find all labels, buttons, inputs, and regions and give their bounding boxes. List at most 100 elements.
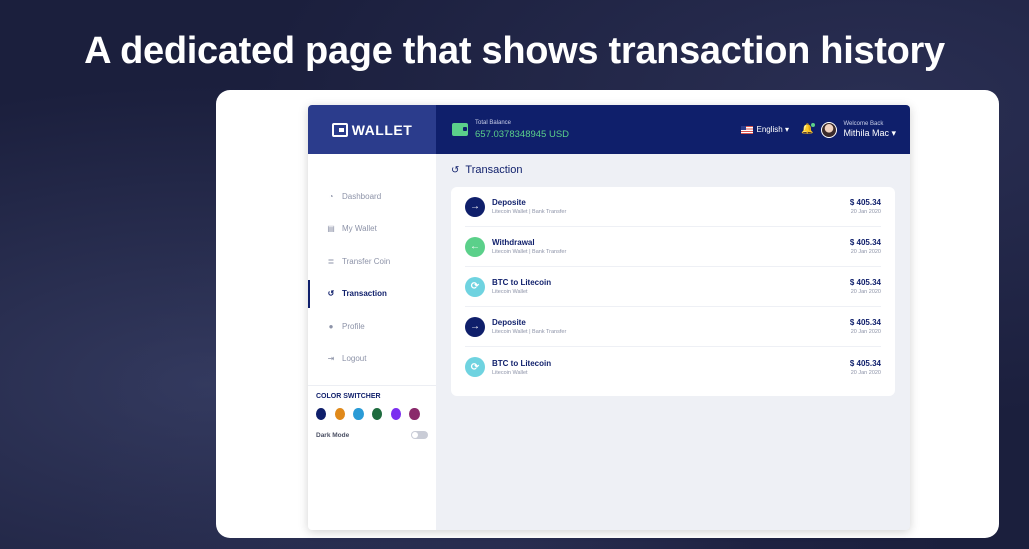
transaction-amount: $ 405.34 xyxy=(849,198,881,207)
transaction-title: Withdrawal xyxy=(492,238,535,247)
transaction-meta: $ 405.34 20 Jan 2020 xyxy=(850,278,881,295)
transaction-subtitle: Litecoin Wallet xyxy=(492,289,528,295)
transaction-subtitle: Litecoin Wallet | Bank Transfer xyxy=(492,209,567,215)
table-row[interactable]: → Deposite Litecoin Wallet | Bank Transfer… xyxy=(465,187,881,227)
notification-dot xyxy=(811,123,816,127)
wallet-logo: WALLET xyxy=(331,121,413,138)
balance-value: 657.0378348945 USD xyxy=(475,128,570,140)
color-switcher: COLOR SWITCHER Dark Mode xyxy=(308,385,436,446)
avatar[interactable] xyxy=(821,121,838,138)
transaction-info: Deposite Litecoin Wallet | Bank Transfer xyxy=(492,318,850,335)
transaction-title: BTC to Litecoin xyxy=(492,278,552,287)
history-icon: ↺ xyxy=(327,289,335,299)
transaction-amount: $ 405.34 xyxy=(849,278,881,287)
page-title: ↺ Transaction xyxy=(451,164,522,176)
history-icon: ↺ xyxy=(451,164,460,176)
us-flag-icon xyxy=(741,125,754,134)
balance-wallet-icon xyxy=(452,123,468,136)
sidebar-item-label: Transaction xyxy=(342,289,387,299)
dark-mode-row: Dark Mode xyxy=(316,431,428,439)
transaction-date: 20 Jan 2020 xyxy=(850,329,881,335)
transaction-subtitle: Litecoin Wallet xyxy=(492,369,528,376)
transaction-title: Deposite xyxy=(492,198,526,207)
transaction-subtitle: Litecoin Wallet | Bank Transfer xyxy=(492,329,567,335)
user-menu[interactable]: Welcome Back Mithila Mac ▾ xyxy=(843,121,896,139)
dashboard-icon: ◔ xyxy=(328,191,334,201)
chevron-down-icon: ▾ xyxy=(784,125,789,134)
sidebar-nav: ◔ Dashboard ▤ My Wallet ≣ Transfer Coin ↺ Trans… xyxy=(308,180,436,375)
transaction-amount: $ 405.34 xyxy=(849,238,881,247)
user-name: Mithila Mac ▾ xyxy=(843,128,896,139)
notification-bell-icon[interactable]: 🔔 xyxy=(801,123,816,135)
page-headline: A dedicated page that shows transaction … xyxy=(84,30,945,72)
sidebar-item-profile[interactable]: ● Profile xyxy=(308,310,436,343)
transaction-info: Withdrawal Litecoin Wallet | Bank Transfe… xyxy=(492,238,850,255)
welcome-label: Welcome Back xyxy=(843,120,884,127)
color-swatch[interactable] xyxy=(390,408,401,420)
balance-label: Total Balance xyxy=(475,119,512,126)
total-balance: Total Balance 657.0378348945 USD xyxy=(475,120,569,140)
exchange-icon: ⟳ xyxy=(465,276,485,297)
transaction-info: Deposite Litecoin Wallet | Bank Transfer xyxy=(492,198,850,215)
user-name-text: Mithila Mac xyxy=(843,127,889,138)
chevron-down-icon: ▾ xyxy=(891,127,896,138)
arrow-right-icon: → xyxy=(465,316,485,337)
color-switcher-title: COLOR SWITCHER xyxy=(316,393,381,400)
wallet-logo-icon xyxy=(331,122,348,137)
transaction-date: 20 Jan 2020 xyxy=(850,369,881,376)
sidebar-item-label: Dashboard xyxy=(342,191,382,201)
brand-header[interactable]: WALLET xyxy=(308,105,436,154)
transaction-info: BTC to Litecoin Litecoin Wallet xyxy=(492,278,850,295)
transaction-date: 20 Jan 2020 xyxy=(850,289,881,295)
color-swatches xyxy=(316,408,428,420)
top-bar: Total Balance 657.0378348945 USD English… xyxy=(436,105,910,154)
color-swatch[interactable] xyxy=(372,408,383,420)
exchange-icon: ⟳ xyxy=(465,357,485,377)
transaction-meta: $ 405.34 20 Jan 2020 xyxy=(850,198,881,215)
transaction-title: BTC to Litecoin xyxy=(492,358,552,368)
dark-mode-label: Dark Mode xyxy=(316,431,350,439)
table-row[interactable]: ← Withdrawal Litecoin Wallet | Bank Transf… xyxy=(465,227,881,267)
sidebar-item-dashboard[interactable]: ◔ Dashboard xyxy=(308,180,436,213)
transaction-meta: $ 405.34 20 Jan 2020 xyxy=(850,238,881,255)
transaction-date: 20 Jan 2020 xyxy=(850,209,881,215)
table-row[interactable]: ⟳ BTC to Litecoin Litecoin Wallet $ 405.34 2… xyxy=(465,347,881,387)
transaction-amount: $ 405.34 xyxy=(849,358,881,368)
sidebar-item-label: Profile xyxy=(342,321,365,331)
table-row[interactable]: ⟳ BTC to Litecoin Litecoin Wallet $ 405.34 2… xyxy=(465,267,881,307)
language-label: English xyxy=(756,125,783,134)
sidebar: ◔ Dashboard ▤ My Wallet ≣ Transfer Coin ↺ Trans… xyxy=(308,154,436,530)
brand-name: WALLET xyxy=(351,121,413,138)
top-right-controls: English ▾ 🔔 Welcome Back Mithila Mac ▾ xyxy=(741,105,896,154)
wallet-app-window: WALLET Total Balance 657.0378348945 USD … xyxy=(308,105,910,530)
transaction-title: Deposite xyxy=(492,318,526,327)
transaction-date: 20 Jan 2020 xyxy=(850,249,881,255)
color-swatch[interactable] xyxy=(409,408,420,420)
arrow-right-icon: → xyxy=(465,196,485,217)
sidebar-item-transfer-coin[interactable]: ≣ Transfer Coin xyxy=(308,245,436,278)
sidebar-item-logout[interactable]: ⇥ Logout xyxy=(308,343,436,376)
transaction-subtitle: Litecoin Wallet | Bank Transfer xyxy=(492,249,567,255)
sidebar-item-label: Transfer Coin xyxy=(342,256,391,266)
page-title-text: Transaction xyxy=(465,164,523,176)
color-swatch[interactable] xyxy=(353,408,364,420)
transaction-amount: $ 405.34 xyxy=(849,318,881,327)
table-row[interactable]: → Deposite Litecoin Wallet | Bank Transfer… xyxy=(465,307,881,347)
transaction-meta: $ 405.34 20 Jan 2020 xyxy=(850,359,881,376)
language-selector[interactable]: English ▾ xyxy=(756,125,789,134)
wallet-icon: ▤ xyxy=(327,224,335,234)
sidebar-item-my-wallet[interactable]: ▤ My Wallet xyxy=(308,213,436,246)
sidebar-item-label: Logout xyxy=(342,354,367,364)
logout-icon: ⇥ xyxy=(327,354,335,364)
transaction-meta: $ 405.34 20 Jan 2020 xyxy=(850,318,881,335)
coins-icon: ≣ xyxy=(327,256,335,266)
sidebar-item-transaction[interactable]: ↺ Transaction xyxy=(308,278,436,311)
transaction-list: → Deposite Litecoin Wallet | Bank Transfer… xyxy=(451,187,895,396)
transaction-info: BTC to Litecoin Litecoin Wallet xyxy=(492,359,850,376)
color-swatch[interactable] xyxy=(334,408,345,420)
dark-mode-toggle[interactable] xyxy=(411,431,428,439)
arrow-left-icon: ← xyxy=(465,236,485,257)
sidebar-item-label: My Wallet xyxy=(342,224,377,234)
user-icon: ● xyxy=(328,321,334,331)
color-swatch[interactable] xyxy=(316,408,327,420)
